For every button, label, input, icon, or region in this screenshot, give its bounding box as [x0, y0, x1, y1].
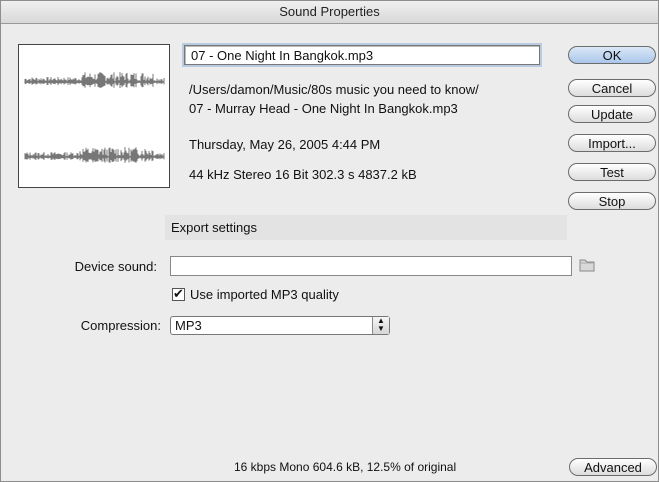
stop-button[interactable]: Stop — [568, 192, 656, 210]
import-button[interactable]: Import... — [568, 134, 656, 152]
update-button[interactable]: Update — [568, 105, 656, 123]
waveform-preview — [18, 44, 170, 188]
use-mp3-quality-checkbox[interactable] — [172, 286, 185, 302]
device-sound-input[interactable] — [170, 256, 572, 276]
device-sound-label: Device sound: — [74, 259, 157, 274]
ok-button[interactable]: OK — [568, 46, 656, 64]
compression-select[interactable]: MP3 ▲ ▼ — [170, 316, 390, 335]
compression-value: MP3 — [175, 318, 202, 333]
advanced-button[interactable]: Advanced — [569, 458, 657, 476]
sound-name-field[interactable]: 07 - One Night In Bangkok.mp3 — [184, 45, 540, 65]
export-settings-header: Export settings — [165, 215, 567, 240]
waveform-icon — [24, 72, 165, 163]
sound-properties-dialog: Sound Properties 07 - One Night In Bangk… — [0, 0, 659, 482]
sound-format: 44 kHz Stereo 16 Bit 302.3 s 4837.2 kB — [189, 167, 417, 182]
folder-icon[interactable] — [578, 256, 596, 274]
popup-arrows-icon: ▲ ▼ — [372, 317, 389, 334]
compression-label: Compression: — [80, 318, 161, 333]
test-button[interactable]: Test — [568, 163, 656, 181]
cancel-button[interactable]: Cancel — [568, 79, 656, 97]
compression-summary: 16 kbps Mono 604.6 kB, 12.5% of original — [234, 460, 457, 474]
sound-path-line2: 07 - Murray Head - One Night In Bangkok.… — [189, 101, 458, 116]
window-title: Sound Properties — [1, 1, 658, 24]
sound-path-line1: /Users/damon/Music/80s music you need to… — [189, 82, 479, 97]
use-mp3-quality-label: Use imported MP3 quality — [190, 287, 339, 302]
sound-date: Thursday, May 26, 2005 4:44 PM — [189, 137, 381, 152]
